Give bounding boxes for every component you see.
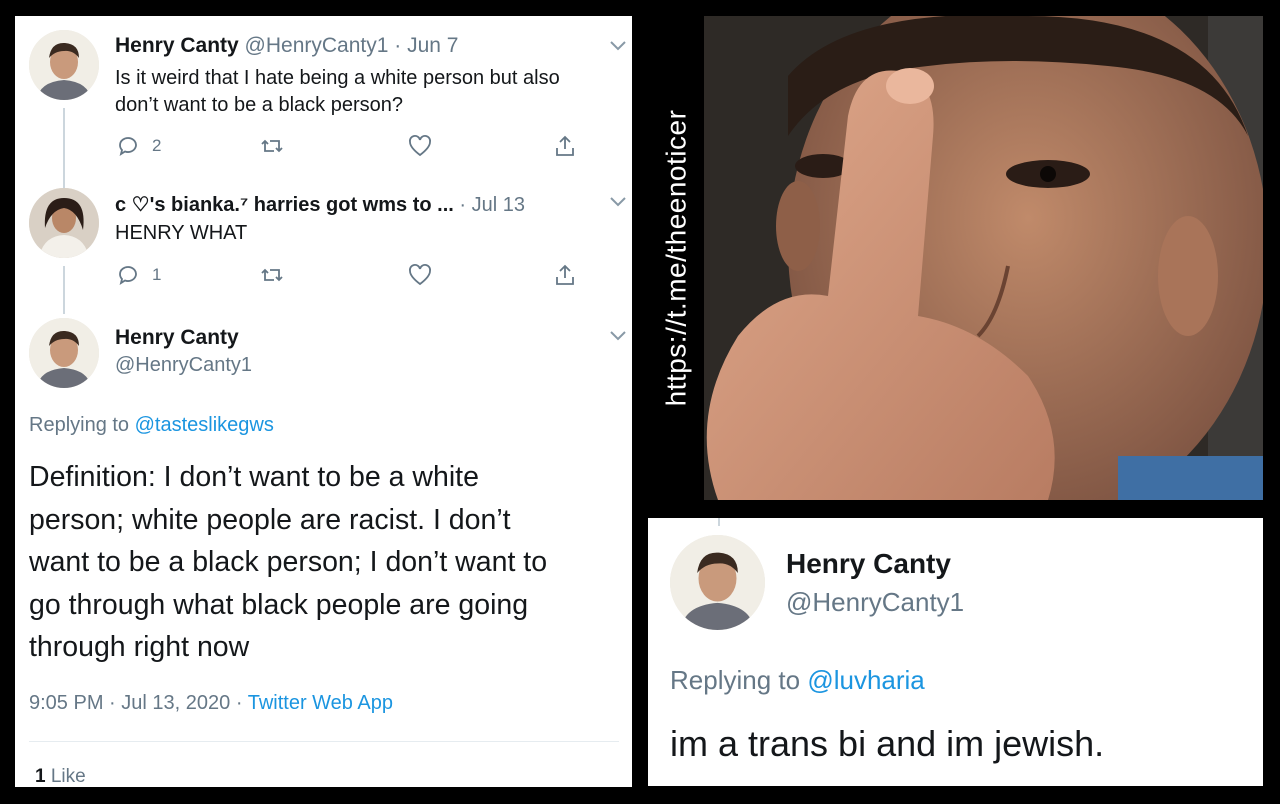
chevron-down-icon[interactable] — [609, 196, 627, 208]
avatar[interactable] — [670, 535, 765, 630]
tweet-full-date[interactable]: Jul 13, 2020 — [121, 692, 230, 714]
divider — [29, 741, 619, 742]
thread-connector — [63, 266, 65, 314]
separator-dot: · — [235, 692, 243, 714]
thread-connector — [63, 108, 65, 188]
tweet-body-line: person; white people are racist. I don’t — [29, 503, 511, 536]
like-button[interactable] — [408, 134, 432, 158]
tweet-time[interactable]: 9:05 PM — [29, 692, 103, 714]
avatar[interactable] — [29, 30, 99, 100]
author-handle[interactable]: @HenryCanty1 — [115, 354, 252, 377]
like-button[interactable] — [408, 263, 432, 287]
replying-to: Replying to @luvharia — [670, 665, 925, 696]
avatar[interactable] — [29, 188, 99, 258]
author-name[interactable]: Henry Canty — [786, 548, 951, 580]
share-icon — [556, 135, 574, 156]
separator-dot: · — [109, 692, 116, 714]
tweet-text-line: don’t want to be a black person? — [115, 94, 403, 116]
tweet-text: Is it weird that I hate being a white pe… — [115, 65, 560, 119]
tweet-text-line: Is it weird that I hate being a white pe… — [115, 67, 560, 89]
replying-to-link[interactable]: @tasteslikegws — [135, 414, 274, 436]
share-button[interactable] — [553, 263, 577, 287]
retweet-button[interactable] — [260, 134, 284, 158]
photo-image — [648, 16, 1263, 500]
likes-count: 1 — [35, 766, 46, 787]
replying-to: Replying to @tasteslikegws — [29, 414, 274, 437]
separator-dot: · — [459, 194, 467, 216]
like-icon — [409, 135, 431, 157]
author-handle[interactable]: @HenryCanty1 — [245, 34, 389, 57]
author-handle[interactable]: @HenryCanty1 — [786, 587, 964, 618]
avatar[interactable] — [29, 318, 99, 388]
thread-panel: Henry Canty @HenryCanty1 · Jun 7 Is it w… — [15, 16, 632, 787]
author-name[interactable]: Henry Canty — [115, 326, 239, 350]
author-name[interactable]: Henry Canty — [115, 34, 239, 57]
reply-button[interactable]: 2 — [116, 134, 161, 158]
chevron-down-icon[interactable] — [609, 330, 627, 342]
reply-count: 1 — [152, 265, 162, 284]
tweet-text: HENRY WHAT — [115, 222, 248, 244]
retweet-icon — [261, 139, 283, 153]
tweet-source[interactable]: Twitter Web App — [248, 692, 393, 714]
retweet-icon — [261, 268, 283, 282]
watermark-text: https://t.me/theenoticer — [660, 109, 691, 407]
reply-count: 2 — [152, 136, 162, 155]
tweet-meta: 9:05 PM · Jul 13, 2020 · Twitter Web App — [29, 692, 393, 715]
tweet-body-line: want to be a black person; I don’t want … — [29, 546, 548, 578]
selfie-photo: https://t.me/theenoticer — [648, 16, 1263, 500]
thread-connector — [718, 518, 720, 526]
share-button[interactable] — [553, 134, 577, 158]
tweet-body: Definition: I don’t want to be a white p… — [29, 456, 547, 669]
likes-stat[interactable]: 1 Like — [35, 766, 86, 787]
reply-icon — [119, 266, 137, 285]
tweet-body-line: through right now — [29, 631, 250, 663]
tweet-body-line: Definition: I don’t want to be a white — [29, 461, 479, 493]
like-icon — [409, 264, 431, 286]
separator-dot: · — [394, 34, 402, 57]
share-icon — [556, 264, 574, 285]
tweet-body: im a trans bi and im jewish. — [670, 723, 1105, 764]
replying-to-link[interactable]: @luvharia — [807, 665, 924, 695]
tweet-body-line: go through what black people are going — [29, 588, 529, 621]
retweet-button[interactable] — [260, 263, 284, 287]
replying-to-label: Replying to — [29, 414, 130, 436]
replying-to-label: Replying to — [670, 665, 801, 695]
watermark: https://t.me/theenoticer — [648, 16, 704, 500]
tweet-date[interactable]: Jun 7 — [407, 34, 458, 57]
tweet-date[interactable]: Jul 13 — [472, 194, 525, 216]
reply-icon — [119, 137, 137, 156]
author-name[interactable]: c ♡'s bianka.⁷ harries got wms to ... — [115, 194, 454, 216]
reply-tweet-panel: Henry Canty @HenryCanty1 Replying to @lu… — [648, 518, 1263, 786]
chevron-down-icon[interactable] — [609, 40, 627, 52]
likes-label: Like — [50, 766, 86, 787]
reply-button[interactable]: 1 — [116, 263, 161, 287]
